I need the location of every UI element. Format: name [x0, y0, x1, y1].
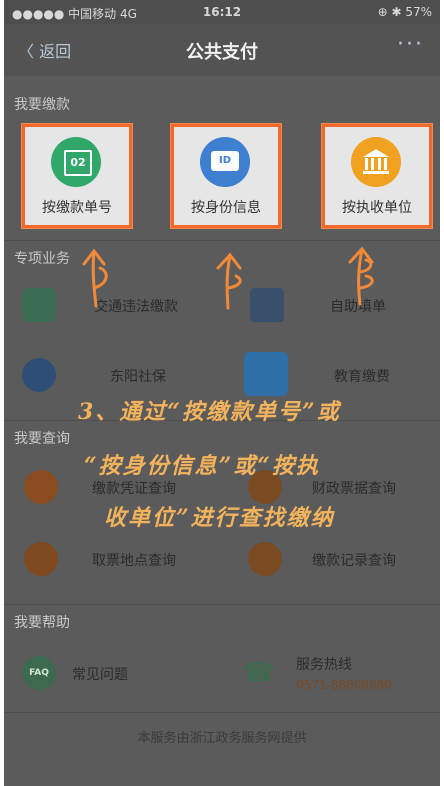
section-pay-title: 我要缴款	[14, 97, 70, 113]
help-row: FAQ 常见问题 ☎ 服务热线 0571-88808880	[4, 644, 440, 704]
special-item-education[interactable]: 教育缴费	[334, 366, 390, 386]
pay-by-collecting-unit-card[interactable]: 按执收单位	[322, 124, 432, 228]
phone-screen: ●●●●● 中国移动 4G 16:12 ⊕ ✱ 57% 〈 返回 公共支付 ··…	[4, 0, 440, 786]
annotation-line-1: 3、通过“按缴款单号”或	[78, 399, 341, 425]
telephone-icon[interactable]: ☎	[242, 656, 276, 690]
list-icon[interactable]	[248, 542, 282, 576]
search-icon[interactable]	[24, 470, 58, 504]
pay-card-label: 按身份信息	[191, 200, 261, 216]
page-title: 公共支付	[186, 42, 258, 63]
traffic-light-icon[interactable]	[22, 288, 56, 322]
status-bar: ●●●●● 中国移动 4G 16:12 ⊕ ✱ 57%	[4, 0, 440, 24]
section-query-title: 我要查询	[14, 431, 70, 447]
divider	[4, 604, 440, 605]
location-pin-icon[interactable]	[24, 542, 58, 576]
query-row-2: 取票地点查询 缴款记录查询	[4, 530, 440, 590]
faq-icon[interactable]: FAQ	[22, 656, 56, 690]
id-card-icon: ID	[200, 137, 250, 187]
help-item-faq[interactable]: 常见问题	[72, 664, 128, 684]
help-item-hotline[interactable]: 服务热线	[296, 654, 352, 674]
navigation-bar: 〈 返回 公共支付 ···	[4, 24, 440, 76]
footer-provider-note: 本服务由浙江政务服务网提供	[137, 731, 307, 746]
query-item-fiscal-bill[interactable]: 财政票据查询	[312, 478, 396, 498]
query-item-pickup-location[interactable]: 取票地点查询	[92, 550, 176, 570]
divider	[4, 240, 440, 241]
special-item-social-security[interactable]: 东阳社保	[110, 366, 166, 386]
query-item-payment-record[interactable]: 缴款记录查询	[312, 550, 396, 570]
query-item-receipt[interactable]: 缴款凭证查询	[92, 478, 176, 498]
hand-drawn-arrow-icon	[216, 252, 242, 310]
status-time: 16:12	[202, 5, 242, 19]
battery-indicator: ⊕ ✱ 57%	[377, 5, 432, 19]
pay-card-label: 按执收单位	[342, 200, 412, 216]
hotline-number[interactable]: 0571-88808880	[296, 678, 392, 692]
pay-by-bill-number-card[interactable]: 02 按缴款单号	[22, 124, 132, 228]
social-security-icon[interactable]	[22, 358, 56, 392]
bill-number-icon: 02	[51, 137, 101, 187]
section-help-title: 我要帮助	[14, 615, 70, 631]
pay-by-identity-card[interactable]: ID 按身份信息	[171, 124, 281, 228]
annotation-line-2: “按身份信息”或“按执	[84, 453, 320, 479]
hand-drawn-arrow-icon	[82, 248, 108, 308]
more-menu-button[interactable]: ···	[397, 32, 424, 57]
pay-card-label: 按缴款单号	[42, 200, 112, 216]
hand-drawn-arrow-icon	[348, 246, 374, 306]
annotation-line-3: 收单位”进行查找缴纳	[104, 505, 335, 531]
education-icon[interactable]	[244, 352, 288, 396]
divider	[4, 712, 440, 713]
building-icon	[351, 137, 401, 187]
section-special-title: 专项业务	[14, 251, 70, 267]
